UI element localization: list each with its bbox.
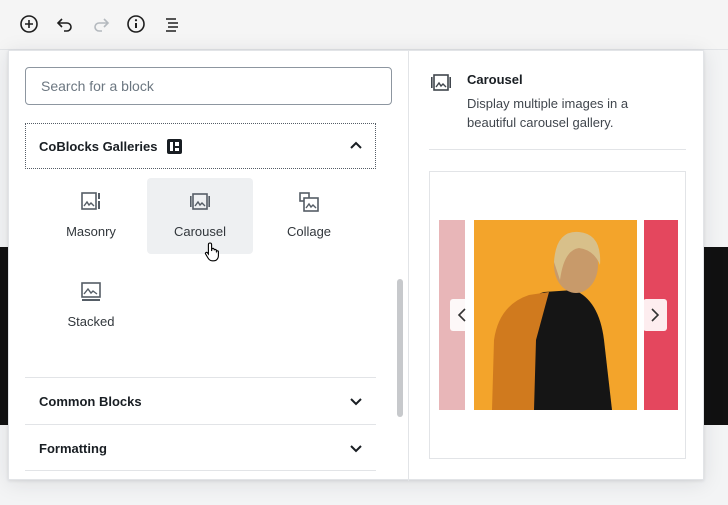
panel-common-blocks: Common Blocks: [25, 377, 376, 424]
panel-toggle-coblocks-galleries[interactable]: CoBlocks Galleries: [25, 123, 376, 169]
undo-icon: [56, 18, 72, 32]
carousel-icon: [190, 193, 210, 210]
hand-pointer-cursor-icon: [204, 242, 219, 262]
block-item-collage[interactable]: Collage: [256, 178, 362, 254]
carousel-icon: [431, 74, 451, 91]
panel-formatting: Formatting: [25, 424, 376, 471]
photo-of-woman-image: [474, 220, 637, 410]
chevron-down-icon: [350, 398, 362, 406]
block-inserter-popover: CoBlocks Galleries Masonry: [8, 50, 705, 481]
block-item-carousel[interactable]: Carousel: [147, 178, 253, 254]
editor-toolbar: [0, 0, 728, 50]
redo-button[interactable]: [86, 10, 116, 38]
carousel-preview: [429, 171, 686, 459]
collage-icon: [299, 192, 319, 212]
preview-title: Carousel: [467, 72, 523, 87]
chevron-up-icon: [350, 141, 362, 149]
list-icon: [166, 18, 178, 32]
block-item-label: Collage: [286, 224, 332, 239]
panel-coblocks-galleries: CoBlocks Galleries Masonry Carousel Coll…: [25, 123, 376, 377]
block-item-label: Masonry: [66, 224, 116, 239]
panel-title: Common Blocks: [39, 393, 142, 409]
outline-button[interactable]: [157, 10, 187, 38]
block-item-masonry[interactable]: Masonry: [38, 178, 144, 254]
panel-title: CoBlocks Galleries: [39, 138, 158, 154]
scrollbar[interactable]: [397, 279, 403, 417]
carousel-next-button[interactable]: [643, 299, 667, 331]
undo-button[interactable]: [50, 10, 80, 38]
panel-toggle-common-blocks[interactable]: Common Blocks: [25, 378, 376, 424]
block-item-label: Carousel: [173, 224, 227, 239]
stacked-icon: [81, 282, 101, 301]
carousel-prev-button[interactable]: [450, 299, 474, 331]
chevron-right-icon: [651, 308, 660, 322]
info-button[interactable]: [121, 10, 151, 38]
carousel-slide-current: [474, 220, 637, 410]
add-block-button[interactable]: [14, 10, 44, 38]
chevron-left-icon: [457, 308, 466, 322]
search-input[interactable]: [25, 67, 392, 105]
coblocks-logo-icon: [166, 138, 182, 154]
block-preview-pane: Carousel Display multiple images in a be…: [408, 51, 705, 481]
block-item-label: Stacked: [67, 314, 115, 329]
block-list-pane: CoBlocks Galleries Masonry: [9, 51, 408, 481]
panel-title: Formatting: [39, 440, 107, 456]
preview-description: Display multiple images in a beautiful c…: [467, 96, 629, 130]
masonry-icon: [81, 192, 100, 210]
info-icon: [127, 15, 145, 33]
redo-icon: [94, 18, 110, 32]
preview-divider: [429, 149, 686, 150]
block-item-stacked[interactable]: Stacked: [38, 268, 144, 344]
chevron-down-icon: [350, 445, 362, 453]
panel-toggle-formatting[interactable]: Formatting: [25, 425, 376, 471]
plus-circle-icon: [20, 15, 38, 33]
